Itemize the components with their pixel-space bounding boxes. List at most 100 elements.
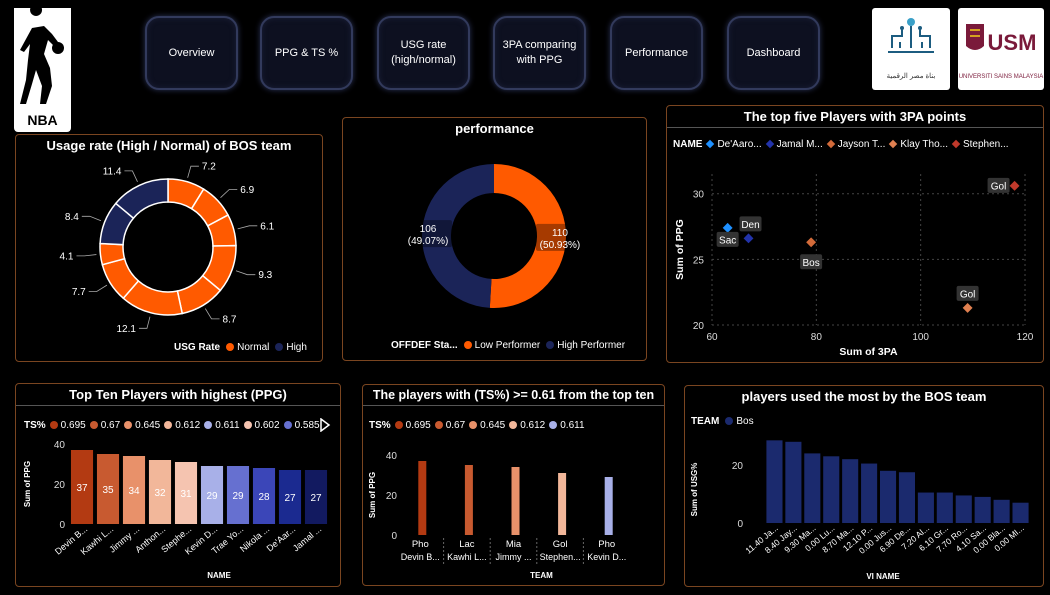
usm-logo: USM UNIVERSITI SAINS MALAYSIA [958, 8, 1044, 90]
ts-bar-3[interactable] [511, 467, 520, 535]
usm-short-text: USM [988, 30, 1037, 55]
bos-bar-11[interactable] [955, 495, 972, 523]
ppg-bar-value: 32 [154, 488, 166, 499]
ppg-panel: Top Ten Players with highest (PPG) TS% 0… [15, 383, 341, 587]
nav-dashboard-label: Dashboard [746, 46, 801, 59]
usage-leader-line [237, 225, 258, 230]
usage-slice-label: 11.4 [103, 166, 122, 177]
bos-bar-6[interactable] [861, 463, 878, 523]
nav-usg-label: USG rate (high/normal) [391, 39, 456, 66]
nav-overview-label: Overview [168, 46, 215, 59]
ts-xtick-name: Kawhi L... [447, 552, 487, 562]
ppg-bar-value: 29 [232, 491, 244, 502]
ppg-xtick: Nikola ... [238, 524, 271, 554]
bos-bar-12[interactable] [974, 496, 991, 523]
ppg-ylabel: Sum of PPG [23, 461, 32, 507]
bos-bar-3[interactable] [804, 453, 821, 523]
scatter-ytick: 25 [693, 255, 705, 266]
performance-legend-low: Low Performer [463, 340, 540, 351]
nav-3pa-button[interactable]: 3PA comparing with PPG [493, 16, 586, 90]
bos-bar-9[interactable] [917, 492, 934, 523]
ts-bar-5[interactable] [604, 477, 613, 535]
nav-usg-button[interactable]: USG rate (high/normal) [377, 16, 470, 90]
ts-xtick-name: Kevin D... [587, 552, 626, 562]
ts-xtick-name: Stephen... [540, 552, 581, 562]
ppg-bar-value: 34 [128, 486, 140, 497]
scatter-point-label: Gol [991, 181, 1007, 192]
nav-ppg-ts-button[interactable]: PPG & TS % [260, 16, 353, 90]
usage-slice-label: 4.1 [60, 251, 74, 262]
bos-ytick: 0 [737, 519, 743, 530]
usage-leader-line [235, 270, 256, 276]
bos-xlabel: VI NAME [866, 572, 900, 581]
scatter-point-label: Gol [960, 289, 976, 300]
ppg-bar-value: 29 [206, 491, 218, 502]
nba-logo: NBA [14, 4, 71, 132]
scatter-point-4[interactable] [962, 302, 973, 313]
ppg-xtick: Jamal ... [291, 524, 323, 554]
ppg-bar-value: 37 [76, 483, 88, 494]
scatter-point-1[interactable] [722, 222, 733, 233]
scatter-ytick: 20 [693, 321, 705, 332]
ts-xtick-team: Mia [506, 539, 522, 550]
ts-xlabel: TEAM [530, 571, 553, 580]
usage-leader-line [138, 316, 151, 329]
usage-slice-label: 7.2 [202, 162, 216, 173]
bos-bar-4[interactable] [823, 456, 840, 523]
bos-bar-14[interactable] [1012, 502, 1029, 523]
ts-xtick-team: Pho [412, 539, 429, 550]
usage-legend-title: USG Rate [174, 342, 221, 353]
usage-leader-line [220, 189, 238, 199]
ppg-bar-value: 31 [180, 489, 192, 500]
scatter-ylabel: Sum of PPG [674, 219, 686, 280]
nav-performance-button[interactable]: Performance [610, 16, 703, 90]
bos-bar-8[interactable] [898, 472, 916, 523]
nav-overview-button[interactable]: Overview [145, 16, 238, 90]
usage-leader-line [204, 308, 220, 320]
ts-bar-2[interactable] [464, 465, 473, 535]
ppg-bar-value: 27 [284, 493, 296, 504]
scatter-ytick: 30 [693, 190, 705, 201]
ts-xtick-name: Devin B... [401, 552, 440, 562]
usage-legend-high: High [275, 342, 307, 353]
usage-legend: USG Rate Normal High [174, 342, 307, 353]
ppg-xlabel: NAME [207, 571, 231, 580]
ppg-ytick: 20 [54, 480, 66, 491]
usage-donut-chart: 7.2 6.9 6.1 9.3 8.7 12.1 7.7 4.1 8.4 11.4 [60, 162, 275, 335]
ts-xtick-name: Jimmy ... [496, 552, 532, 562]
bos-panel: players used the most by the BOS team TE… [684, 385, 1044, 587]
performance-legend-title: OFFDEF Sta... [391, 340, 458, 351]
ppg-bar-value: 35 [102, 485, 114, 496]
ts-panel: The players with (TS%) >= 0.61 from the … [362, 384, 665, 586]
bos-ylabel: Sum of USG% [690, 463, 699, 517]
ts-bar-1[interactable] [418, 461, 427, 535]
nav-performance-label: Performance [625, 46, 688, 59]
scatter-point-2[interactable] [743, 233, 754, 244]
usage-leader-line [88, 284, 108, 292]
performance-pct-label: (50.93%) [540, 240, 581, 251]
bos-bar-13[interactable] [993, 499, 1010, 523]
performance-legend: OFFDEF Sta... Low Performer High Perform… [391, 340, 625, 351]
usage-leader-line [187, 165, 199, 178]
bos-bar-1[interactable] [766, 440, 783, 523]
bos-bar-2[interactable] [785, 441, 802, 523]
usm-crest-icon: USM [966, 24, 1037, 55]
ts-ylabel: Sum of PPG [368, 472, 377, 518]
usage-slice-label: 8.7 [223, 314, 237, 325]
ts-bar-4[interactable] [558, 473, 567, 535]
performance-pct-label: (49.07%) [408, 236, 449, 247]
ts-xtick-team: Pho [598, 539, 615, 550]
bos-bar-5[interactable] [842, 459, 859, 523]
bos-bar-7[interactable] [879, 470, 897, 523]
bos-bar-chart: 020Sum of USG%11.40 Ja...8.40 Jay...9.30… [690, 440, 1029, 581]
bos-bar-10[interactable] [936, 492, 953, 523]
scatter-xtick: 80 [811, 332, 823, 343]
scatter-point-3[interactable] [806, 237, 817, 248]
nav-dashboard-button[interactable]: Dashboard [727, 16, 820, 90]
ppg-bar-chart: 02040Sum of PPG 37Devin B...35Kawhi L...3… [23, 440, 328, 580]
ppg-bar-value: 28 [258, 492, 270, 503]
scatter-point-5[interactable] [1009, 180, 1020, 191]
performance-value-label: 106 [420, 224, 437, 235]
nba-logo-text: NBA [27, 112, 58, 128]
ppg-bar-value: 27 [310, 493, 322, 504]
